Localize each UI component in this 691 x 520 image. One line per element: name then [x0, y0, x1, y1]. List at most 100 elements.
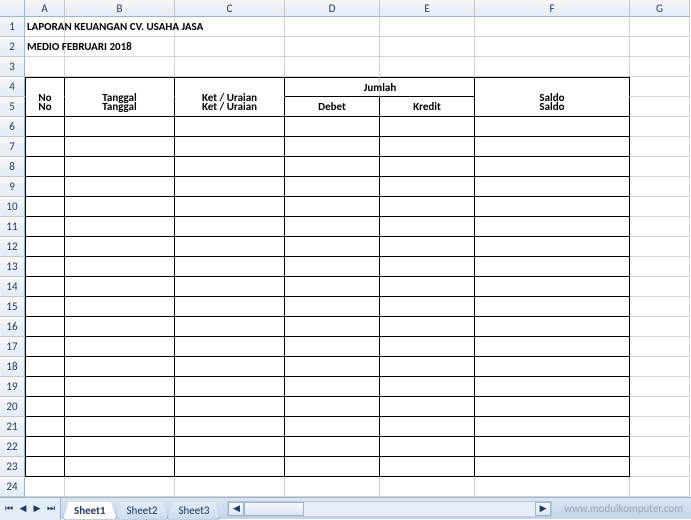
cell-E20[interactable]	[380, 397, 475, 417]
cell-G13[interactable]	[630, 257, 690, 277]
scroll-thumb[interactable]	[244, 502, 304, 516]
cell-F7[interactable]	[475, 137, 630, 157]
cell-E23[interactable]	[380, 457, 475, 477]
cell-F14[interactable]	[475, 277, 630, 297]
cell-D23[interactable]	[285, 457, 380, 477]
cell-D7[interactable]	[285, 137, 380, 157]
cell-G5[interactable]	[630, 97, 690, 117]
cell-E12[interactable]	[380, 237, 475, 257]
header-debet[interactable]: Debet	[285, 97, 380, 117]
cell-B19[interactable]	[65, 377, 175, 397]
cell-A21[interactable]	[25, 417, 65, 437]
cell-E11[interactable]	[380, 217, 475, 237]
cell-B11[interactable]	[65, 217, 175, 237]
cell-F10[interactable]	[475, 197, 630, 217]
cell-A9[interactable]	[25, 177, 65, 197]
cell-G8[interactable]	[630, 157, 690, 177]
cell-F11[interactable]	[475, 217, 630, 237]
cell-E16[interactable]	[380, 317, 475, 337]
cell-C11[interactable]	[175, 217, 285, 237]
cell-D14[interactable]	[285, 277, 380, 297]
cell-C14[interactable]	[175, 277, 285, 297]
cell-B12[interactable]	[65, 237, 175, 257]
cell-F22[interactable]	[475, 437, 630, 457]
cell-C17[interactable]	[175, 337, 285, 357]
header-no[interactable]: No	[25, 77, 65, 97]
row-header-4[interactable]: 4	[0, 77, 25, 97]
nav-first-icon[interactable]: ⏮	[2, 501, 16, 517]
cell-F3[interactable]	[475, 57, 630, 77]
header-saldo[interactable]: Saldo	[475, 77, 630, 97]
cell-B3[interactable]	[65, 57, 175, 77]
cell-C12[interactable]	[175, 237, 285, 257]
cell-F16[interactable]	[475, 317, 630, 337]
cell-D19[interactable]	[285, 377, 380, 397]
cell-A11[interactable]	[25, 217, 65, 237]
cell-D12[interactable]	[285, 237, 380, 257]
cell-B9[interactable]	[65, 177, 175, 197]
cell-B6[interactable]	[65, 117, 175, 137]
cell-F8[interactable]	[475, 157, 630, 177]
cell-A22[interactable]	[25, 437, 65, 457]
cell-E15[interactable]	[380, 297, 475, 317]
nav-next-icon[interactable]: ▶	[30, 501, 44, 517]
cell-C23[interactable]	[175, 457, 285, 477]
cell-A3[interactable]	[25, 57, 65, 77]
tab-sheet3[interactable]: Sheet3	[167, 502, 220, 520]
cell-D10[interactable]	[285, 197, 380, 217]
cell-C15[interactable]	[175, 297, 285, 317]
cell-E13[interactable]	[380, 257, 475, 277]
cell-A13[interactable]	[25, 257, 65, 277]
cell-E17[interactable]	[380, 337, 475, 357]
row-header-14[interactable]: 14	[0, 277, 25, 297]
row-header-10[interactable]: 10	[0, 197, 25, 217]
cell-A2[interactable]: MEDIO FEBRUARI 2018	[25, 37, 65, 57]
cell-A20[interactable]	[25, 397, 65, 417]
header-ket[interactable]: Ket / Uraian	[175, 77, 285, 97]
cell-B17[interactable]	[65, 337, 175, 357]
cell-G21[interactable]	[630, 417, 690, 437]
cell-G18[interactable]	[630, 357, 690, 377]
cell-G23[interactable]	[630, 457, 690, 477]
cell-D13[interactable]	[285, 257, 380, 277]
cell-E9[interactable]	[380, 177, 475, 197]
cell-B16[interactable]	[65, 317, 175, 337]
cell-F19[interactable]	[475, 377, 630, 397]
cell-E14[interactable]	[380, 277, 475, 297]
cell-B24[interactable]	[65, 477, 175, 497]
cell-E3[interactable]	[380, 57, 475, 77]
header-jumlah[interactable]: Jumlah	[380, 77, 475, 97]
scroll-left-icon[interactable]: ◀	[228, 502, 244, 516]
cell-A8[interactable]	[25, 157, 65, 177]
col-header-G[interactable]: G	[630, 0, 690, 17]
cell-D24[interactable]	[285, 477, 380, 497]
cell-B21[interactable]	[65, 417, 175, 437]
cell-D11[interactable]	[285, 217, 380, 237]
cell-A19[interactable]	[25, 377, 65, 397]
cell-F6[interactable]	[475, 117, 630, 137]
cell-A24[interactable]	[25, 477, 65, 497]
col-header-C[interactable]: C	[175, 0, 285, 17]
cell-D1[interactable]	[285, 17, 380, 37]
row-header-23[interactable]: 23	[0, 457, 25, 477]
cell-E22[interactable]	[380, 437, 475, 457]
cell-G16[interactable]	[630, 317, 690, 337]
cell-A6[interactable]	[25, 117, 65, 137]
cell-B22[interactable]	[65, 437, 175, 457]
cell-C21[interactable]	[175, 417, 285, 437]
row-header-24[interactable]: 24	[0, 477, 25, 497]
cell-F13[interactable]	[475, 257, 630, 277]
cell-F24[interactable]	[475, 477, 630, 497]
cell-A15[interactable]	[25, 297, 65, 317]
cell-E19[interactable]	[380, 377, 475, 397]
cell-E18[interactable]	[380, 357, 475, 377]
col-header-B[interactable]: B	[65, 0, 175, 17]
cell-C19[interactable]	[175, 377, 285, 397]
cell-C7[interactable]	[175, 137, 285, 157]
cell-C24[interactable]	[175, 477, 285, 497]
cell-D22[interactable]	[285, 437, 380, 457]
cell-D3[interactable]	[285, 57, 380, 77]
cell-A14[interactable]	[25, 277, 65, 297]
cell-A12[interactable]	[25, 237, 65, 257]
cell-E8[interactable]	[380, 157, 475, 177]
